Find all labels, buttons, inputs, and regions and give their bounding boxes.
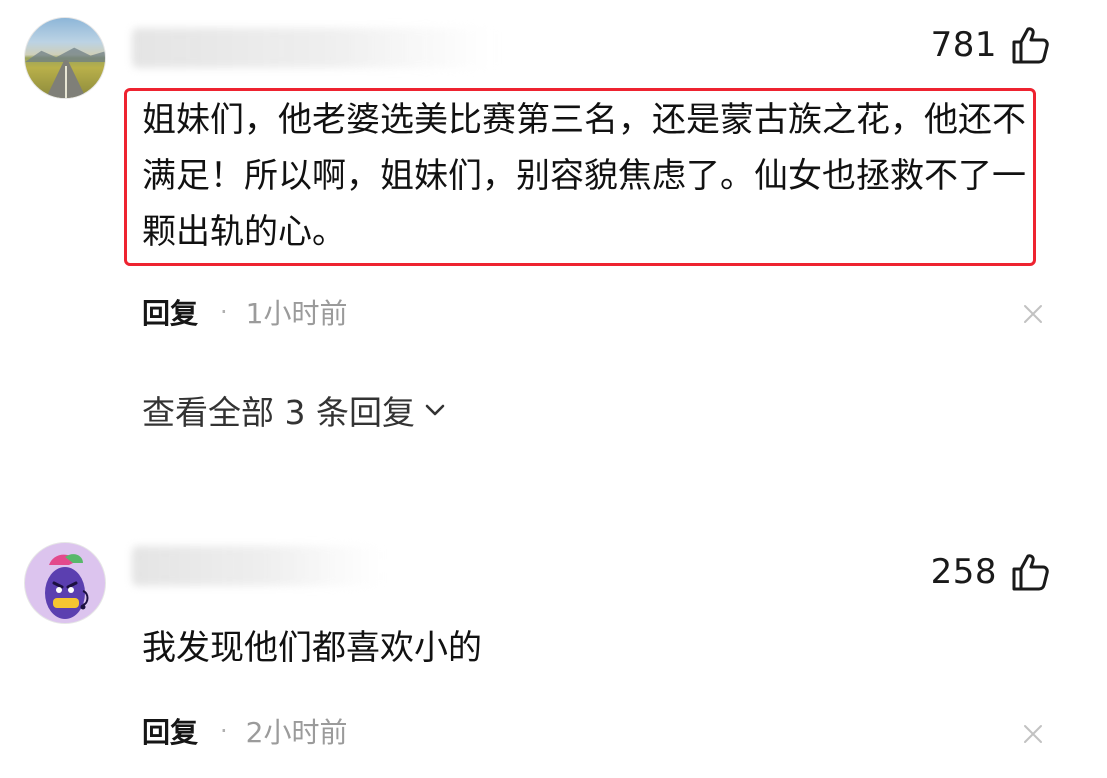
chevron-down-icon xyxy=(425,404,445,416)
comment-item: 258 我发现他们都喜欢小的 回复 · 2小时前 xyxy=(0,530,1107,778)
avatar-road-line xyxy=(65,66,67,98)
thumbs-up-icon[interactable] xyxy=(1009,551,1051,593)
reply-button[interactable]: 回复 xyxy=(142,711,198,751)
reply-button[interactable]: 回复 xyxy=(142,292,198,332)
avatar-mountain xyxy=(25,47,105,62)
close-icon[interactable] xyxy=(1021,722,1045,746)
view-all-replies-button[interactable]: 查看全部 3 条回复 xyxy=(142,386,447,434)
username-blurred[interactable] xyxy=(132,546,382,586)
meta-separator: · xyxy=(220,717,228,745)
like-button[interactable]: 258 xyxy=(931,549,1051,595)
avatar[interactable] xyxy=(24,17,106,99)
comment-meta: 回复 · 2小时前 xyxy=(142,711,347,751)
close-icon[interactable] xyxy=(1021,302,1045,326)
comment-time: 1小时前 xyxy=(245,297,348,330)
comment-text: 姐妹们，他老婆选美比赛第三名，还是蒙古族之花，他还不满足！所以啊，姐妹们，别容貌… xyxy=(142,100,1026,252)
like-count: 258 xyxy=(930,552,997,592)
comment-item: 781 姐妹们，他老婆选美比赛第三名，还是蒙古族之花，他还不满足！所以啊，姐妹们… xyxy=(0,0,1107,470)
view-replies-label: 查看全部 3 条回复 xyxy=(142,393,415,432)
comment-meta: 回复 · 1小时前 xyxy=(142,292,347,332)
like-count: 781 xyxy=(930,25,997,65)
meta-separator: · xyxy=(220,298,228,326)
cartoon-avatar-icon xyxy=(45,554,89,619)
thumbs-up-icon[interactable] xyxy=(1009,24,1051,66)
username-blurred[interactable] xyxy=(132,28,497,68)
comment-text: 我发现他们都喜欢小的 xyxy=(142,628,482,668)
avatar[interactable] xyxy=(24,542,106,624)
comment-time: 2小时前 xyxy=(245,716,348,749)
like-button[interactable]: 781 xyxy=(931,22,1051,68)
